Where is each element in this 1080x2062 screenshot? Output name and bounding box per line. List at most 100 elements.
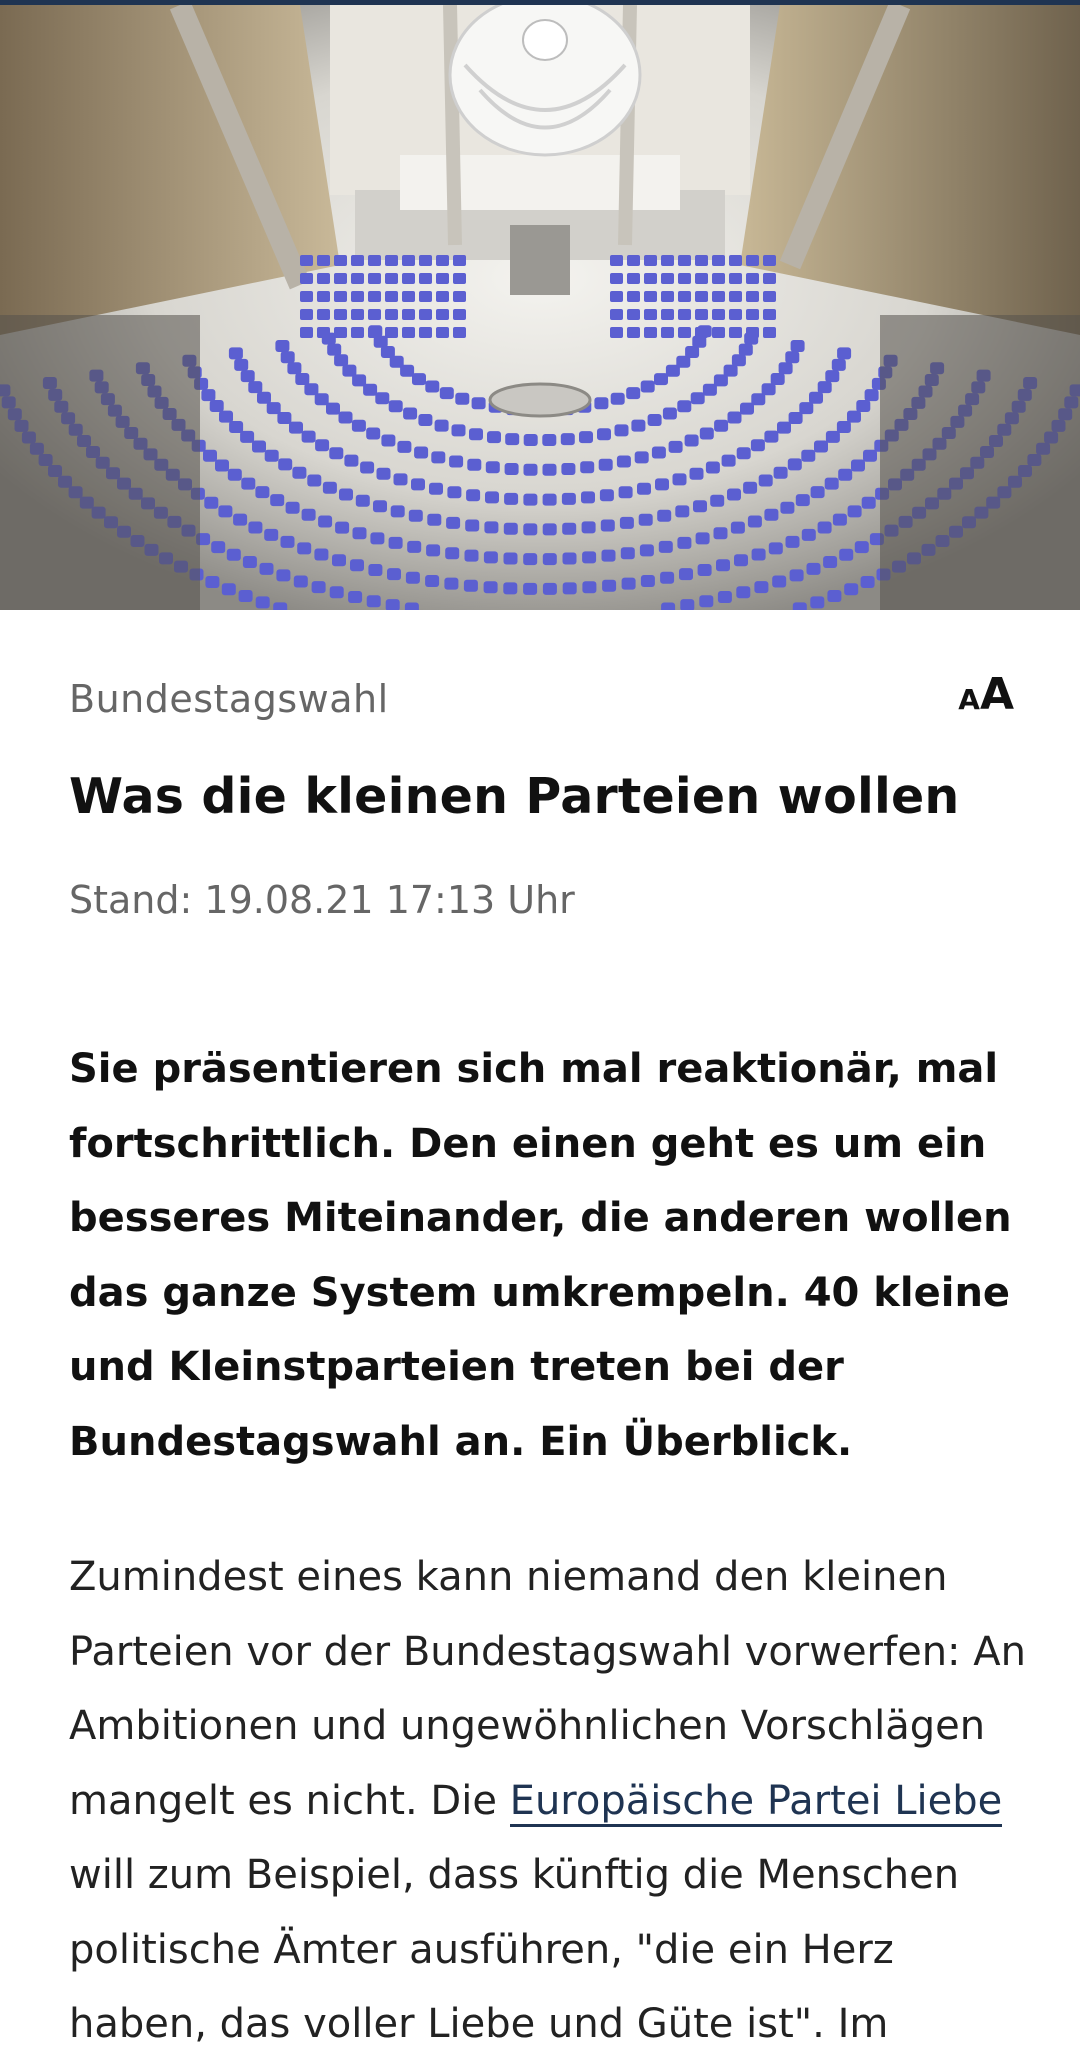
seat <box>721 454 736 467</box>
seat <box>418 414 433 426</box>
seat <box>773 466 788 479</box>
seat <box>407 540 422 553</box>
seat <box>729 255 742 266</box>
seat <box>329 447 344 460</box>
seat <box>561 463 576 475</box>
seat <box>644 273 657 284</box>
seat <box>390 505 405 518</box>
seat <box>542 434 557 446</box>
seat <box>661 327 674 338</box>
seat <box>264 449 279 462</box>
seat <box>790 340 805 352</box>
seat <box>405 571 420 584</box>
seat <box>211 541 226 554</box>
seat <box>677 400 692 413</box>
seat <box>453 291 466 302</box>
seat <box>661 273 674 284</box>
seat <box>453 327 466 338</box>
seat <box>523 463 538 476</box>
seat <box>368 309 381 320</box>
seat <box>684 434 699 447</box>
seat <box>627 255 640 266</box>
seat <box>763 291 776 302</box>
party-link[interactable]: Europäische Partei Liebe <box>509 1777 1003 1827</box>
seat <box>598 458 613 471</box>
seat <box>523 553 538 566</box>
seat <box>627 273 640 284</box>
seat <box>661 309 674 320</box>
seat <box>329 586 344 599</box>
seat <box>252 440 266 453</box>
seat <box>403 407 418 420</box>
seat <box>339 488 353 501</box>
seat <box>661 255 674 266</box>
seat <box>402 255 415 266</box>
seat <box>463 579 478 592</box>
seat <box>746 309 759 320</box>
seat <box>561 492 576 505</box>
seat <box>562 522 577 535</box>
seat <box>817 521 832 534</box>
seat <box>788 412 803 424</box>
seat <box>419 327 432 338</box>
seat <box>453 273 466 284</box>
seat <box>332 554 346 567</box>
seat <box>610 327 623 338</box>
seat <box>746 291 759 302</box>
federal-eagle-icon <box>448 5 642 157</box>
seat <box>710 494 725 507</box>
seat <box>758 474 773 487</box>
seat <box>824 477 839 490</box>
seat <box>836 421 851 433</box>
seat <box>729 273 742 284</box>
seat <box>823 556 838 568</box>
seat <box>736 586 751 599</box>
font-size-toggle-icon[interactable]: AA <box>958 673 1014 717</box>
seat <box>638 513 653 526</box>
seat <box>600 519 615 532</box>
seat <box>736 447 751 460</box>
seat <box>483 551 498 564</box>
seat <box>404 602 419 610</box>
seat <box>419 291 432 302</box>
seat <box>344 454 359 467</box>
seat <box>832 513 847 526</box>
seat <box>351 327 364 338</box>
seat <box>610 392 625 405</box>
seat <box>639 544 654 557</box>
seat <box>751 548 766 561</box>
seat <box>453 255 466 266</box>
seat <box>471 397 486 410</box>
seat <box>402 327 415 338</box>
seat <box>689 467 704 480</box>
seat <box>366 595 381 608</box>
seat <box>770 373 785 385</box>
seat <box>705 461 720 474</box>
seat <box>562 552 577 565</box>
seat <box>504 492 519 505</box>
seat <box>326 402 340 415</box>
seat <box>712 309 725 320</box>
seat <box>594 397 609 410</box>
seat <box>385 309 398 320</box>
seat <box>838 468 853 481</box>
seat <box>469 428 483 441</box>
seat <box>693 500 707 513</box>
seat <box>455 392 470 405</box>
seat <box>542 523 557 536</box>
seat <box>334 255 347 266</box>
seat <box>334 309 347 320</box>
seat <box>672 473 687 486</box>
seat <box>678 273 691 284</box>
seat <box>542 582 557 595</box>
seat <box>713 527 728 540</box>
seat <box>581 521 596 534</box>
article-body: Zumindest eines kann niemand den kleinen… <box>69 1554 1026 2047</box>
seat <box>810 596 825 609</box>
seat <box>678 255 691 266</box>
seat <box>381 434 396 447</box>
seat <box>334 327 347 338</box>
seat <box>375 392 390 405</box>
seat <box>414 446 429 459</box>
seat <box>352 527 367 540</box>
